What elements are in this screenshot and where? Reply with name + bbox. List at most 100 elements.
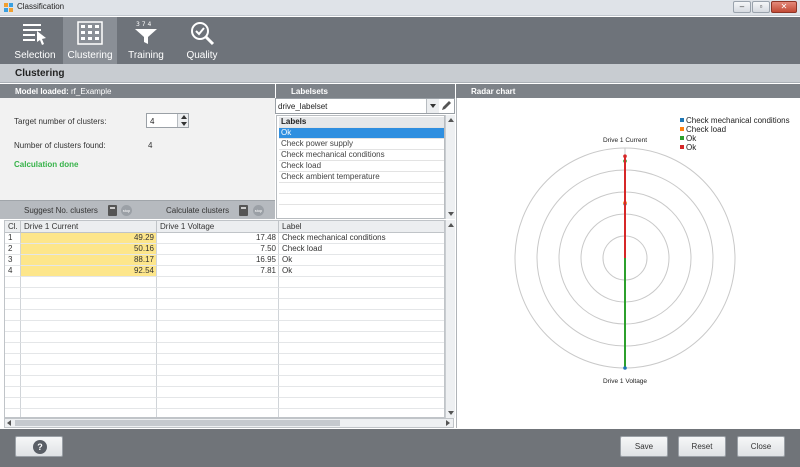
empty-cell — [279, 343, 444, 354]
empty-cell — [5, 288, 21, 299]
empty-cell — [21, 299, 157, 310]
column-header[interactable]: Label — [279, 221, 444, 233]
empty-cell — [157, 277, 279, 288]
cell-label[interactable]: Check load — [279, 244, 444, 255]
empty-cell — [5, 299, 21, 310]
calculate-clusters-label: Calculate clusters — [166, 206, 230, 215]
empty-cell — [157, 288, 279, 299]
table-hscrollbar[interactable] — [4, 418, 454, 428]
cell-current[interactable]: 49.29 — [21, 233, 157, 244]
suggest-calculator-icon[interactable] — [108, 205, 117, 216]
empty-cell — [279, 277, 444, 288]
cell-voltage[interactable]: 17.48 — [157, 233, 279, 244]
empty-cell — [157, 387, 279, 398]
axis-label-top: Drive 1 Current — [603, 137, 647, 144]
cell-label[interactable]: Ok — [279, 266, 444, 277]
empty-cell — [279, 332, 444, 343]
column-header[interactable]: Drive 1 Current — [21, 221, 157, 233]
scroll-left-icon[interactable] — [7, 420, 11, 426]
labels-list: Labels Ok Check power supply Check mecha… — [276, 115, 445, 219]
labelset-selected-value: drive_labelset — [278, 102, 328, 111]
label-item[interactable]: Check power supply — [279, 139, 444, 150]
cell-current[interactable]: 50.16 — [21, 244, 157, 255]
tool-selection-label: Selection — [14, 50, 56, 61]
empty-cell — [279, 365, 444, 376]
close-button[interactable]: Close — [737, 436, 785, 457]
empty-cell — [21, 343, 157, 354]
cell-voltage[interactable]: 16.95 — [157, 255, 279, 266]
calculate-stop-icon[interactable]: stop — [253, 205, 264, 216]
reset-button[interactable]: Reset — [678, 436, 726, 457]
empty-cell — [157, 376, 279, 387]
labels-scrollbar[interactable] — [445, 115, 455, 219]
scroll-up-icon[interactable] — [448, 118, 454, 122]
empty-cell — [157, 332, 279, 343]
tool-quality[interactable]: Quality — [175, 17, 229, 64]
stepper-arrows[interactable] — [177, 114, 188, 127]
scroll-up-icon[interactable] — [448, 223, 454, 227]
target-clusters-stepper[interactable]: 4 — [146, 113, 189, 128]
cluster-grid-icon — [77, 21, 103, 45]
empty-cell — [5, 354, 21, 365]
empty-cell — [157, 409, 279, 417]
close-window-button[interactable]: ✕ — [771, 1, 797, 13]
cell-current[interactable]: 88.17 — [21, 255, 157, 266]
scroll-right-icon[interactable] — [446, 420, 450, 426]
minimize-button[interactable]: – — [733, 1, 751, 13]
scroll-down-icon[interactable] — [448, 411, 454, 415]
empty-cell — [5, 343, 21, 354]
empty-cell — [5, 398, 21, 409]
empty-cell — [157, 365, 279, 376]
section-header: Clustering — [0, 64, 800, 83]
cell-voltage[interactable]: 7.81 — [157, 266, 279, 277]
labelset-dropdown-button[interactable] — [426, 99, 439, 113]
tool-selection[interactable]: Selection — [8, 17, 62, 64]
label-item[interactable]: Check mechanical conditions — [279, 150, 444, 161]
save-button[interactable]: Save — [620, 436, 668, 457]
help-button[interactable]: ? — [15, 436, 63, 457]
table-scrollbar[interactable] — [445, 220, 455, 418]
stepper-down-icon[interactable] — [181, 122, 187, 126]
maximize-button[interactable]: ▫ — [752, 1, 770, 13]
label-item[interactable]: Check load — [279, 161, 444, 172]
tool-quality-label: Quality — [186, 50, 218, 61]
suggest-stop-icon[interactable]: stop — [121, 205, 132, 216]
window-title: Classification — [17, 2, 65, 11]
target-clusters-value: 4 — [150, 117, 155, 126]
empty-cell — [279, 354, 444, 365]
cell-voltage[interactable]: 7.50 — [157, 244, 279, 255]
empty-cell — [279, 409, 444, 417]
magnifier-check-icon — [191, 22, 215, 46]
labelsets-panel-header: Labelsets — [276, 84, 455, 98]
cell-label[interactable]: Ok — [279, 255, 444, 266]
label-item[interactable]: Check ambient temperature — [279, 172, 444, 183]
stepper-up-icon[interactable] — [181, 115, 187, 119]
empty-cell — [157, 310, 279, 321]
funnel-icon: 3 7 4 — [135, 21, 157, 44]
tool-training[interactable]: 3 7 4 Training — [119, 17, 173, 64]
labelset-select[interactable]: drive_labelset — [275, 98, 455, 114]
scroll-down-icon[interactable] — [448, 212, 454, 216]
calculate-calculator-icon[interactable] — [239, 205, 248, 216]
legend-label: Ok — [686, 134, 697, 143]
cell-current[interactable]: 92.54 — [21, 266, 157, 277]
empty-cell — [5, 321, 21, 332]
column-header[interactable]: Drive 1 Voltage — [157, 221, 279, 233]
tool-clustering[interactable]: Clustering — [63, 17, 117, 64]
empty-cell — [21, 332, 157, 343]
empty-cell — [157, 299, 279, 310]
empty-cell — [21, 321, 157, 332]
pencil-edit-icon[interactable] — [440, 100, 453, 112]
window-titlebar: Classification – ▫ ✕ — [0, 0, 800, 16]
empty-cell — [5, 310, 21, 321]
label-item-empty — [279, 194, 444, 205]
cell-label[interactable]: Check mechanical conditions — [279, 233, 444, 244]
label-item-empty — [279, 183, 444, 194]
model-label: Model loaded: — [15, 87, 69, 96]
column-header[interactable]: Cl. — [5, 221, 21, 233]
radar-panel-header: Radar chart — [456, 84, 800, 98]
empty-cell — [279, 310, 444, 321]
hscroll-thumb[interactable] — [15, 420, 340, 426]
label-item[interactable]: Ok — [279, 128, 444, 139]
empty-cell — [157, 354, 279, 365]
